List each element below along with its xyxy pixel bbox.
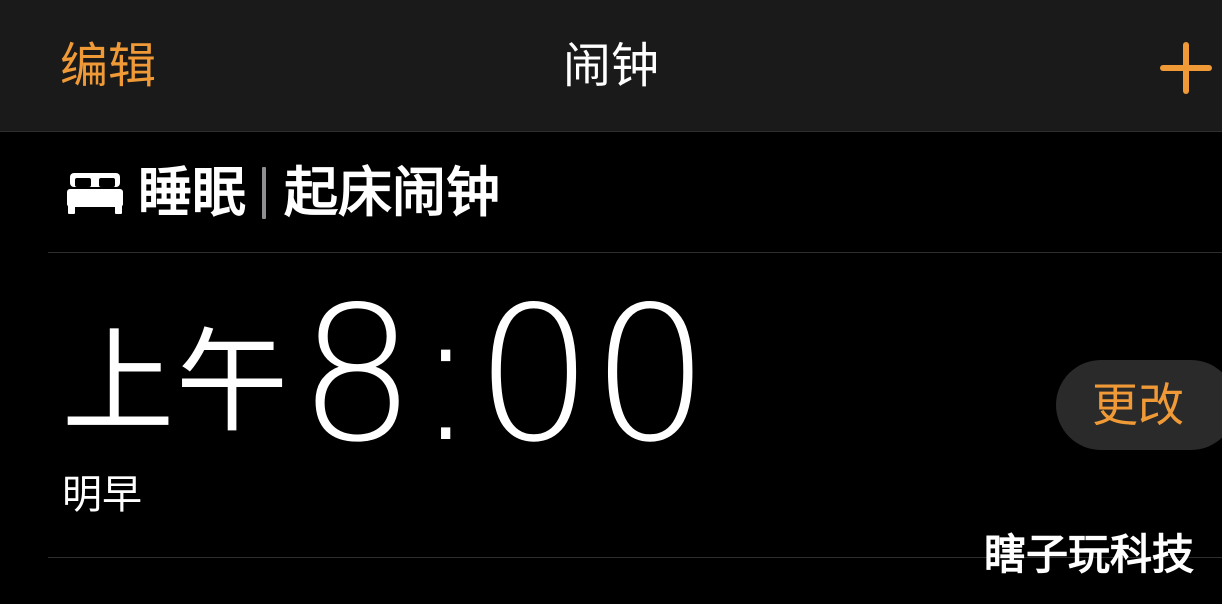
page-title: 闹钟 (562, 38, 659, 94)
alarm-label: 明早 (62, 472, 142, 518)
watermark-text: 瞎子玩科技 (984, 530, 1195, 579)
add-alarm-button[interactable] (1158, 40, 1214, 96)
alarm-time: 8:00 (298, 266, 710, 483)
sleep-section-header: 睡眠 起床闹钟 (66, 160, 500, 226)
section-separator (262, 167, 266, 219)
divider (48, 252, 1222, 253)
bed-icon (67, 173, 123, 214)
edit-button[interactable]: 编辑 (60, 36, 156, 96)
wake-up-alarm-subtitle: 起床闹钟 (284, 161, 500, 224)
navigation-bar: 编辑 闹钟 (0, 0, 1222, 132)
alarm-period: 上午 (62, 318, 290, 448)
change-alarm-button[interactable]: 更改 (1056, 360, 1222, 450)
plus-icon (1160, 42, 1212, 94)
sleep-section-title: 睡眠 (138, 161, 246, 224)
